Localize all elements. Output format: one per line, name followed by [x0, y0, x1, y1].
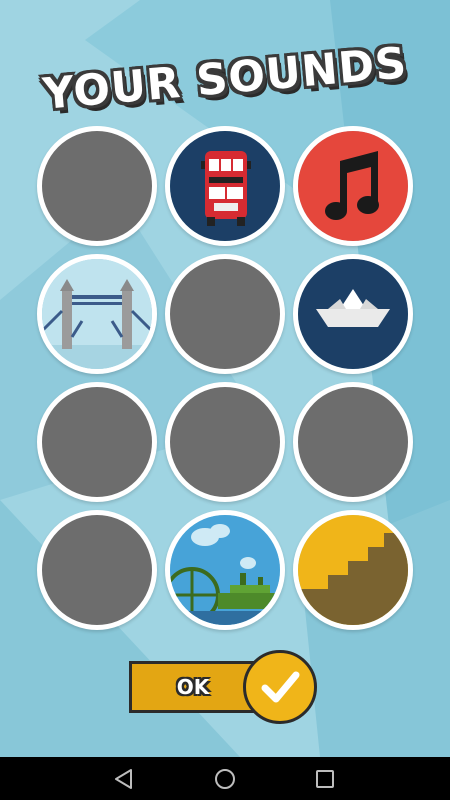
home-circle-icon[interactable] [211, 765, 239, 793]
sound-slot-staircase[interactable] [293, 510, 413, 630]
tower-bridge-icon [42, 259, 152, 369]
sound-slot-empty[interactable] [293, 382, 413, 502]
sound-slot-empty[interactable] [37, 126, 157, 246]
sound-slot-empty[interactable] [165, 382, 285, 502]
music-note-icon [298, 131, 408, 241]
sound-slot-music[interactable] [293, 126, 413, 246]
steam-train-icon [170, 515, 280, 625]
system-navbar [0, 757, 450, 800]
checkmark-icon [243, 650, 317, 724]
sound-slot-bus[interactable] [165, 126, 285, 246]
double-decker-bus-icon [170, 131, 280, 241]
sound-slot-paper-boat[interactable] [293, 254, 413, 374]
sound-slot-empty[interactable] [165, 254, 285, 374]
recent-apps-square-icon[interactable] [311, 765, 339, 793]
ok-button-label: OK [176, 675, 210, 699]
sound-slot-empty[interactable] [37, 510, 157, 630]
sound-slot-empty[interactable] [37, 382, 157, 502]
sound-slot-tower-bridge[interactable] [37, 254, 157, 374]
staircase-icon [298, 515, 408, 625]
ok-button[interactable]: OK [129, 648, 321, 728]
back-triangle-icon[interactable] [110, 765, 138, 793]
sound-slot-steam-train[interactable] [165, 510, 285, 630]
paper-boat-icon [298, 259, 408, 369]
